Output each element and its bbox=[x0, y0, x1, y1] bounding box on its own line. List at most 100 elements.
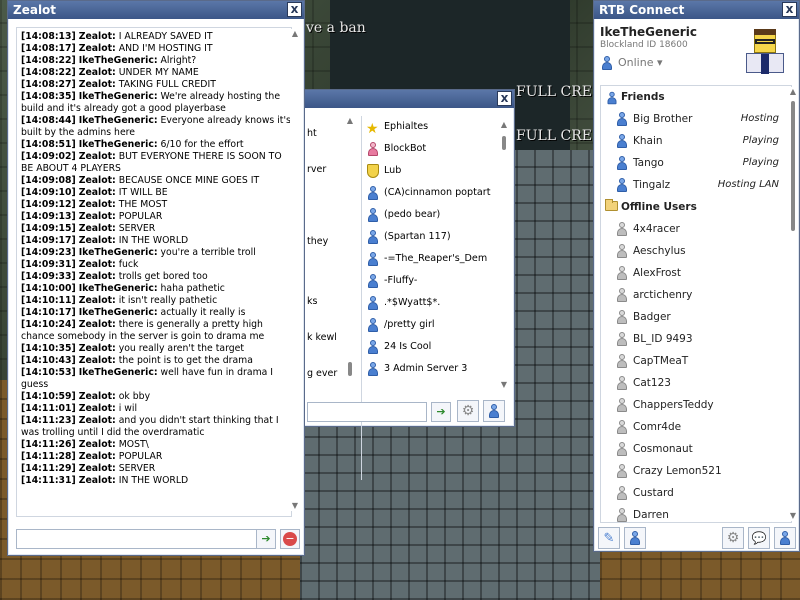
user-profile-button[interactable] bbox=[774, 527, 796, 549]
message-timestamp: [14:08:51] bbox=[21, 139, 76, 150]
offline-user-name: Aeschylus bbox=[633, 245, 686, 257]
chat-titlebar[interactable]: Zealot x bbox=[8, 1, 304, 19]
offline-user-item[interactable]: Crazy Lemon521 bbox=[601, 460, 791, 482]
scroll-thumb[interactable] bbox=[502, 136, 506, 150]
message-timestamp: [14:08:27] bbox=[21, 79, 76, 90]
friend-list-item[interactable]: Tingalz Hosting LAN bbox=[601, 174, 791, 196]
offline-user-item[interactable]: BL_ID 9493 bbox=[601, 328, 791, 350]
user-list-item[interactable]: BlockBot bbox=[362, 138, 497, 160]
offline-user-item[interactable]: arctichenry bbox=[601, 284, 791, 306]
chat-message: [14:11:28] Zealot: POPULAR bbox=[21, 451, 291, 463]
user-list-item[interactable]: -Fluffy- bbox=[362, 270, 497, 292]
user-list-item[interactable]: (pedo bear) bbox=[362, 204, 497, 226]
user-list-item[interactable]: Lub bbox=[362, 160, 497, 182]
offline-user-item[interactable]: ChappersTeddy bbox=[601, 394, 791, 416]
chatroom-scrollbar[interactable]: ▲ bbox=[345, 116, 355, 378]
close-icon[interactable]: x bbox=[287, 2, 302, 17]
offline-user-item[interactable]: AlexFrost bbox=[601, 262, 791, 284]
message-sender: IkeTheGeneric: bbox=[78, 91, 158, 102]
chat-scrollbar[interactable]: ▲ ▼ bbox=[290, 29, 300, 511]
scroll-up-icon[interactable]: ▲ bbox=[499, 120, 509, 130]
rtb-titlebar[interactable]: RTB Connect x bbox=[594, 1, 799, 19]
user-list[interactable]: ★ Ephialtes BlockBot Lub (CA)cinnamon pop… bbox=[361, 116, 509, 480]
scroll-down-icon[interactable]: ▼ bbox=[290, 501, 300, 511]
message-timestamp: [14:10:00] bbox=[21, 283, 76, 294]
user-list-item[interactable]: -=The_Reaper's_Dem bbox=[362, 248, 497, 270]
pen-button[interactable]: ✎ bbox=[598, 527, 620, 549]
message-timestamp: [14:10:43] bbox=[21, 355, 76, 366]
offline-user-item[interactable]: Cosmonaut bbox=[601, 438, 791, 460]
scroll-thumb[interactable] bbox=[791, 101, 795, 231]
message-timestamp: [14:08:44] bbox=[21, 115, 76, 126]
user-list-item[interactable]: ★ Ephialtes bbox=[362, 116, 497, 138]
user-name: 24 Is Cool bbox=[384, 341, 432, 352]
send-icon[interactable]: ➔ bbox=[431, 402, 451, 422]
message-sender: Zealot: bbox=[78, 175, 116, 186]
offline-user-item[interactable]: Badger bbox=[601, 306, 791, 328]
scroll-down-icon[interactable]: ▼ bbox=[788, 511, 798, 521]
user-list-item[interactable]: 24 Is Cool bbox=[362, 336, 497, 358]
offline-user-item[interactable]: Comr4de bbox=[601, 416, 791, 438]
settings-gear-button[interactable]: ⚙ bbox=[722, 527, 744, 549]
friend-status: Playing bbox=[742, 135, 779, 146]
settings-gear-button[interactable]: ⚙ bbox=[457, 400, 479, 422]
friends-group-header[interactable]: Friends bbox=[601, 86, 791, 108]
chat-message: [14:08:51] IkeTheGeneric: 6/10 for the e… bbox=[21, 139, 291, 151]
user-list-item[interactable]: .*$Wyatt$*. bbox=[362, 292, 497, 314]
chat-input[interactable] bbox=[16, 529, 262, 549]
add-friend-button[interactable] bbox=[624, 527, 646, 549]
user-icon bbox=[615, 134, 629, 148]
chat-message: [14:10:11] Zealot: it isn't really pathe… bbox=[21, 295, 291, 307]
send-icon[interactable]: ➔ bbox=[256, 529, 276, 549]
chatroom-titlebar[interactable]: x bbox=[299, 90, 514, 108]
offline-group-header[interactable]: Offline Users bbox=[601, 196, 791, 218]
chat-message: [14:09:31] Zealot: fuck bbox=[21, 259, 291, 271]
offline-user-item[interactable]: Cat123 bbox=[601, 372, 791, 394]
chatroom-input[interactable] bbox=[307, 402, 427, 422]
user-profile-button[interactable] bbox=[483, 400, 505, 422]
friend-list-item[interactable]: Tango Playing bbox=[601, 152, 791, 174]
private-chat-window[interactable]: Zealot x [14:08:13] Zealot: I ALREADY SA… bbox=[7, 0, 305, 556]
offline-user-icon bbox=[615, 288, 629, 302]
scroll-up-icon[interactable]: ▲ bbox=[345, 116, 355, 126]
offline-user-item[interactable]: CapTMeaT bbox=[601, 350, 791, 372]
close-icon[interactable]: x bbox=[782, 2, 797, 17]
message-text: it isn't really pathetic bbox=[115, 295, 218, 306]
message-timestamp: [14:11:23] bbox=[21, 415, 76, 426]
user-icon bbox=[366, 362, 380, 376]
user-list-item[interactable]: 3 Admin Server 3 bbox=[362, 358, 497, 380]
message-sender: IkeTheGeneric: bbox=[78, 139, 158, 150]
stop-button[interactable]: − bbox=[280, 529, 300, 549]
message-sender: Zealot: bbox=[78, 319, 116, 330]
gear-icon: ⚙ bbox=[461, 403, 475, 419]
message-timestamp: [14:10:59] bbox=[21, 391, 76, 402]
chat-log[interactable]: [14:08:13] Zealot: I ALREADY SAVED IT [14… bbox=[16, 27, 292, 517]
user-list-item[interactable]: (Spartan 117) bbox=[362, 226, 497, 248]
user-list-item[interactable]: /pretty girl bbox=[362, 314, 497, 336]
chatroom-window[interactable]: x ht rver they ks k kewl g ever ▲ ★ Ephia… bbox=[298, 89, 515, 480]
friend-list-item[interactable]: Khain Playing bbox=[601, 130, 791, 152]
offline-user-item[interactable]: Darren bbox=[601, 504, 791, 522]
offline-user-name: Crazy Lemon521 bbox=[633, 465, 722, 477]
friend-list-item[interactable]: Big Brother Hosting bbox=[601, 108, 791, 130]
offline-user-item[interactable]: Aeschylus bbox=[601, 240, 791, 262]
close-icon[interactable]: x bbox=[497, 91, 512, 106]
chat-message: [14:11:23] Zealot: and you didn't start … bbox=[21, 415, 291, 439]
rtb-connect-window[interactable]: RTB Connect x IkeTheGeneric Blockland ID… bbox=[593, 0, 800, 552]
chat-bubble-button[interactable]: 💬 bbox=[748, 527, 770, 549]
scroll-up-icon[interactable]: ▲ bbox=[788, 87, 798, 97]
user-list-scrollbar[interactable]: ▲ ▼ bbox=[499, 120, 509, 390]
chat-message: [14:09:13] Zealot: POPULAR bbox=[21, 211, 291, 223]
rtb-user-list[interactable]: Friends Big Brother Hosting Khain Playing Ta… bbox=[600, 85, 792, 523]
scroll-down-icon[interactable]: ▼ bbox=[499, 380, 509, 390]
offline-user-item[interactable]: Custard bbox=[601, 482, 791, 504]
scroll-thumb[interactable] bbox=[348, 362, 352, 376]
message-text: ok bby bbox=[115, 391, 151, 402]
user-icon bbox=[615, 178, 629, 192]
offline-user-icon bbox=[615, 420, 629, 434]
offline-user-item[interactable]: 4x4racer bbox=[601, 218, 791, 240]
scroll-up-icon[interactable]: ▲ bbox=[290, 29, 300, 39]
chat-message: [14:08:13] Zealot: I ALREADY SAVED IT bbox=[21, 31, 291, 43]
rtb-scrollbar[interactable]: ▲ ▼ bbox=[788, 87, 798, 521]
user-list-item[interactable]: (CA)cinnamon poptart bbox=[362, 182, 497, 204]
